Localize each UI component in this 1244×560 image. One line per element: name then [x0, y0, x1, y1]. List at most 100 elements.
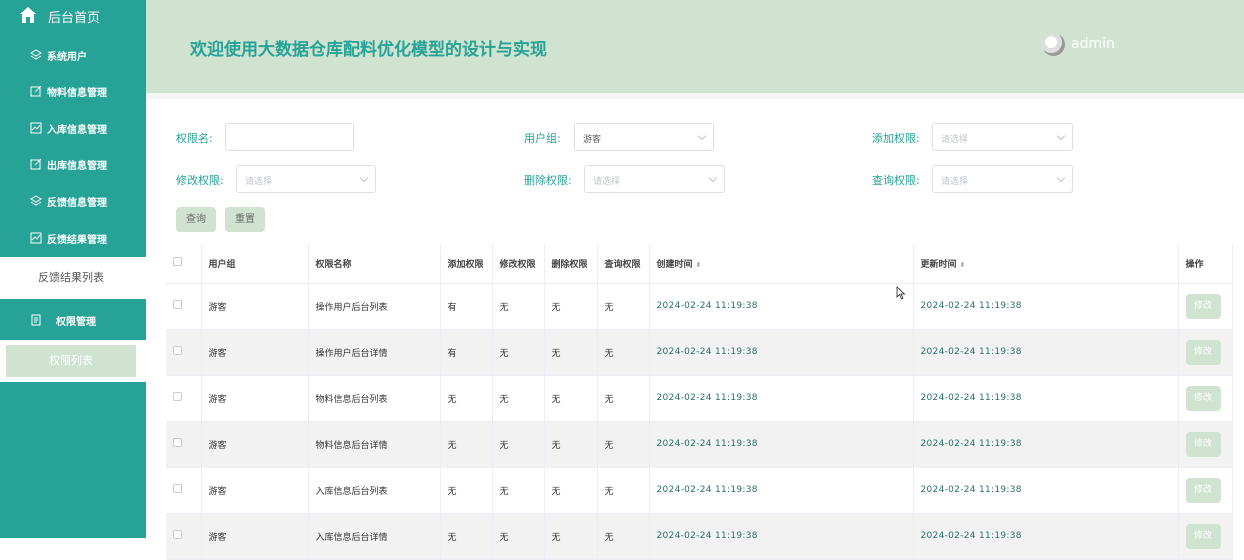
sidebar-item-label: 系统用户 [47, 52, 87, 63]
header-delete-perm: 删除权限 [544, 244, 598, 284]
query-button[interactable]: 查询 [176, 207, 216, 232]
sidebar-item-label: 入库信息管理 [47, 125, 107, 136]
query-perm-label: 查询权限: [872, 174, 920, 187]
header-updated-time[interactable]: 更新时间 ⬍ [913, 244, 1179, 284]
edit-button[interactable]: 修改 [1185, 293, 1221, 319]
row-checkbox[interactable] [173, 392, 182, 401]
user-group-select[interactable]: 游客 [574, 123, 714, 151]
cell-actions: 修改 [1178, 513, 1233, 560]
row-select-cell[interactable] [166, 375, 202, 422]
cell-query-perm: 无 [597, 283, 650, 330]
row-checkbox[interactable] [173, 484, 182, 493]
header-divider [146, 93, 1244, 99]
cell-delete-perm: 无 [544, 375, 598, 422]
table-row[interactable]: 游客 物料信息后台详情无无无无 2024-02-24 11:19:38 2024-02… [166, 421, 1233, 468]
submenu-permission: 权限列表 [0, 340, 146, 382]
delete-perm-select[interactable]: 请选择 [584, 165, 725, 193]
sidebar-item-permission[interactable]: 权限管理 [0, 302, 146, 338]
sidebar-item-outbound-info[interactable]: 出库信息管理 [0, 146, 146, 182]
username[interactable]: admin [1071, 36, 1115, 52]
cell-query-perm: 无 [597, 375, 650, 422]
cell-query-perm: 无 [597, 421, 650, 468]
row-checkbox[interactable] [173, 438, 182, 447]
sidebar-item-material-info[interactable]: 物料信息管理 [0, 73, 146, 109]
row-checkbox[interactable] [173, 346, 182, 355]
cell-perm-name: 入库信息后台详情 [308, 513, 441, 560]
sidebar-item-label: 权限管理 [56, 317, 96, 328]
query-perm-select[interactable]: 请选择 [932, 165, 1073, 193]
header-add-perm: 添加权限 [440, 244, 493, 284]
cell-edit-perm: 无 [492, 467, 545, 514]
row-select-cell[interactable] [166, 329, 202, 376]
row-select-cell[interactable] [166, 513, 202, 560]
sidebar-item-feedback-info[interactable]: 反馈信息管理 [0, 183, 146, 219]
edit-button[interactable]: 修改 [1185, 339, 1221, 365]
chart-icon [30, 122, 42, 134]
cell-edit-perm: 无 [492, 283, 545, 330]
delete-perm-label: 删除权限: [524, 174, 572, 187]
table-row[interactable]: 游客 操作用户后台详情有无无无 2024-02-24 11:19:38 2024-02… [166, 329, 1233, 376]
sidebar-item-feedback-result[interactable]: 反馈结果管理 [0, 220, 146, 256]
cell-updated-time: 2024-02-24 11:19:38 [913, 329, 1179, 376]
sidebar-subitem-permission-list[interactable]: 权限列表 [6, 345, 136, 377]
sort-icon[interactable]: ⬍ [696, 261, 702, 269]
sort-icon[interactable]: ⬍ [960, 261, 966, 269]
sidebar-item-system-users[interactable]: 系统用户 [0, 37, 146, 73]
document-icon [31, 314, 41, 326]
user-group-label: 用户组: [524, 132, 561, 145]
table-row[interactable]: 游客 入库信息后台列表无无无无 2024-02-24 11:19:38 2024-02… [166, 467, 1233, 514]
query-perm-placeholder: 请选择 [941, 177, 969, 187]
row-select-cell[interactable] [166, 467, 202, 514]
add-perm-placeholder: 请选择 [941, 135, 969, 145]
cell-add-perm: 无 [440, 467, 493, 514]
header-perm-name: 权限名称 [308, 244, 441, 284]
sidebar-item-label: 物料信息管理 [47, 88, 107, 99]
sidebar-item-label: 反馈信息管理 [47, 198, 107, 209]
header-created-time[interactable]: 创建时间 ⬍ [649, 244, 914, 284]
row-select-cell[interactable] [166, 421, 202, 468]
cell-perm-name: 物料信息后台列表 [308, 375, 441, 422]
sidebar-item-label: 反馈结果管理 [47, 235, 107, 246]
edit-button[interactable]: 修改 [1185, 431, 1221, 457]
cell-add-perm: 有 [440, 283, 493, 330]
permission-table: 用户组 权限名称 添加权限 修改权限 删除权限 查询权限 创建时间 ⬍ 更新时间 ⬍… [166, 244, 1233, 560]
header-query-perm: 查询权限 [597, 244, 650, 284]
sidebar-home[interactable]: 后台首页 [0, 0, 146, 34]
sidebar-item-inbound-info[interactable]: 入库信息管理 [0, 110, 146, 146]
sidebar-item-label: 出库信息管理 [47, 161, 107, 172]
cell-perm-name: 入库信息后台列表 [308, 467, 441, 514]
cell-user-group: 游客 [201, 329, 309, 376]
cell-updated-time: 2024-02-24 11:19:38 [913, 513, 1179, 560]
add-perm-select[interactable]: 请选择 [932, 123, 1073, 151]
table-body: 游客 操作用户后台列表有无无无 2024-02-24 11:19:38 2024-02… [166, 283, 1233, 560]
cell-delete-perm: 无 [544, 421, 598, 468]
edit-button[interactable]: 修改 [1185, 477, 1221, 503]
layers-icon [30, 49, 42, 60]
row-select-cell[interactable] [166, 283, 202, 330]
cell-edit-perm: 无 [492, 513, 545, 560]
select-all-cell[interactable] [166, 244, 202, 284]
cell-add-perm: 有 [440, 329, 493, 376]
cell-user-group: 游客 [201, 421, 309, 468]
sidebar-subitem-feedback-list[interactable]: 反馈结果列表 [6, 262, 136, 294]
layers-icon [30, 195, 42, 206]
cell-user-group: 游客 [201, 375, 309, 422]
perm-name-input[interactable] [225, 123, 354, 151]
edit-perm-select[interactable]: 请选择 [236, 165, 376, 193]
table-row[interactable]: 游客 物料信息后台列表无无无无 2024-02-24 11:19:38 2024-02… [166, 375, 1233, 422]
row-checkbox[interactable] [173, 300, 182, 309]
select-all-checkbox[interactable] [173, 257, 182, 267]
table-row[interactable]: 游客 操作用户后台列表有无无无 2024-02-24 11:19:38 2024-02… [166, 283, 1233, 330]
table-row[interactable]: 游客 入库信息后台详情无无无无 2024-02-24 11:19:38 2024-02… [166, 513, 1233, 560]
reset-button[interactable]: 重置 [225, 207, 265, 232]
edit-button[interactable]: 修改 [1185, 523, 1221, 549]
chevron-down-icon [1056, 131, 1066, 141]
header-created-label: 创建时间 [656, 259, 693, 270]
cell-actions: 修改 [1178, 421, 1233, 468]
avatar[interactable] [1042, 33, 1065, 56]
edit-icon [30, 158, 42, 170]
edit-button[interactable]: 修改 [1185, 385, 1221, 411]
cell-user-group: 游客 [201, 513, 309, 560]
cell-actions: 修改 [1178, 467, 1233, 514]
cell-updated-time: 2024-02-24 11:19:38 [913, 375, 1179, 422]
